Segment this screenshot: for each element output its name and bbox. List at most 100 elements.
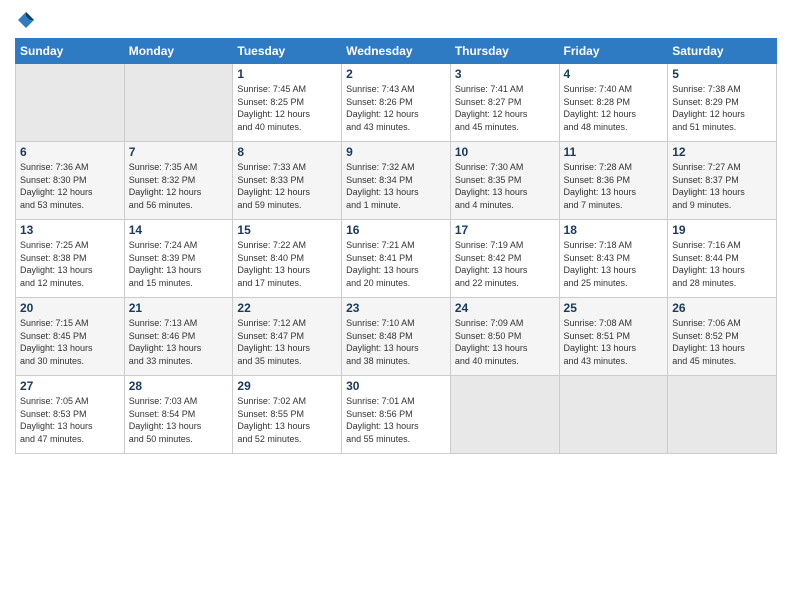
cell-content: Sunrise: 7:16 AM Sunset: 8:44 PM Dayligh… [672, 239, 772, 289]
week-row-4: 27 Sunrise: 7:05 AM Sunset: 8:53 PM Dayli… [16, 376, 777, 454]
cell-content: Sunrise: 7:18 AM Sunset: 8:43 PM Dayligh… [564, 239, 664, 289]
cell-content: Sunrise: 7:19 AM Sunset: 8:42 PM Dayligh… [455, 239, 555, 289]
cell-content: Sunrise: 7:24 AM Sunset: 8:39 PM Dayligh… [129, 239, 229, 289]
calendar-cell: 22 Sunrise: 7:12 AM Sunset: 8:47 PM Dayli… [233, 298, 342, 376]
calendar-cell [668, 376, 777, 454]
day-number: 18 [564, 223, 664, 237]
calendar-cell: 25 Sunrise: 7:08 AM Sunset: 8:51 PM Dayli… [559, 298, 668, 376]
cell-content: Sunrise: 7:28 AM Sunset: 8:36 PM Dayligh… [564, 161, 664, 211]
calendar-cell: 20 Sunrise: 7:15 AM Sunset: 8:45 PM Dayli… [16, 298, 125, 376]
calendar-cell: 16Sunrise: 7:21 AM Sunset: 8:41 PM Dayli… [342, 220, 451, 298]
logo-text [15, 10, 37, 30]
calendar-table: SundayMondayTuesdayWednesdayThursdayFrid… [15, 38, 777, 454]
week-row-2: 13 Sunrise: 7:25 AM Sunset: 8:38 PM Dayli… [16, 220, 777, 298]
day-number: 17 [455, 223, 555, 237]
calendar-cell: 1Sunrise: 7:45 AM Sunset: 8:25 PM Daylig… [233, 64, 342, 142]
col-header-wednesday: Wednesday [342, 39, 451, 64]
cell-content: Sunrise: 7:06 AM Sunset: 8:52 PM Dayligh… [672, 317, 772, 367]
day-number: 2 [346, 67, 446, 81]
cell-content: Sunrise: 7:40 AM Sunset: 8:28 PM Dayligh… [564, 83, 664, 133]
day-number: 12 [672, 145, 772, 159]
main-container: SundayMondayTuesdayWednesdayThursdayFrid… [0, 0, 792, 612]
day-number: 5 [672, 67, 772, 81]
col-header-thursday: Thursday [450, 39, 559, 64]
calendar-cell: 17 Sunrise: 7:19 AM Sunset: 8:42 PM Dayli… [450, 220, 559, 298]
col-header-friday: Friday [559, 39, 668, 64]
day-number: 25 [564, 301, 664, 315]
calendar-cell: 2 Sunrise: 7:43 AM Sunset: 8:26 PM Daylig… [342, 64, 451, 142]
calendar-cell: 8 Sunrise: 7:33 AM Sunset: 8:33 PM Daylig… [233, 142, 342, 220]
cell-content: Sunrise: 7:08 AM Sunset: 8:51 PM Dayligh… [564, 317, 664, 367]
week-row-3: 20 Sunrise: 7:15 AM Sunset: 8:45 PM Dayli… [16, 298, 777, 376]
day-number: 30 [346, 379, 446, 393]
cell-content: Sunrise: 7:32 AM Sunset: 8:34 PM Dayligh… [346, 161, 446, 211]
day-number: 7 [129, 145, 229, 159]
cell-content: Sunrise: 7:10 AM Sunset: 8:48 PM Dayligh… [346, 317, 446, 367]
day-number: 26 [672, 301, 772, 315]
day-number: 4 [564, 67, 664, 81]
day-number: 8 [237, 145, 337, 159]
day-number: 21 [129, 301, 229, 315]
calendar-cell: 9 Sunrise: 7:32 AM Sunset: 8:34 PM Daylig… [342, 142, 451, 220]
cell-content: Sunrise: 7:41 AM Sunset: 8:27 PM Dayligh… [455, 83, 555, 133]
calendar-cell: 26 Sunrise: 7:06 AM Sunset: 8:52 PM Dayli… [668, 298, 777, 376]
logo [15, 10, 37, 30]
day-number: 3 [455, 67, 555, 81]
calendar-cell: 13 Sunrise: 7:25 AM Sunset: 8:38 PM Dayli… [16, 220, 125, 298]
col-header-tuesday: Tuesday [233, 39, 342, 64]
calendar-cell: 5 Sunrise: 7:38 AM Sunset: 8:29 PM Daylig… [668, 64, 777, 142]
cell-content: Sunrise: 7:45 AM Sunset: 8:25 PM Dayligh… [237, 83, 337, 133]
calendar-cell: 11 Sunrise: 7:28 AM Sunset: 8:36 PM Dayli… [559, 142, 668, 220]
calendar-cell: 10 Sunrise: 7:30 AM Sunset: 8:35 PM Dayli… [450, 142, 559, 220]
calendar-cell: 3 Sunrise: 7:41 AM Sunset: 8:27 PM Daylig… [450, 64, 559, 142]
day-number: 22 [237, 301, 337, 315]
cell-content: Sunrise: 7:27 AM Sunset: 8:37 PM Dayligh… [672, 161, 772, 211]
day-number: 10 [455, 145, 555, 159]
calendar-cell: 29Sunrise: 7:02 AM Sunset: 8:55 PM Dayli… [233, 376, 342, 454]
cell-content: Sunrise: 7:22 AM Sunset: 8:40 PM Dayligh… [237, 239, 337, 289]
calendar-cell: 30 Sunrise: 7:01 AM Sunset: 8:56 PM Dayli… [342, 376, 451, 454]
calendar-cell: 21 Sunrise: 7:13 AM Sunset: 8:46 PM Dayli… [124, 298, 233, 376]
calendar-cell: 28Sunrise: 7:03 AM Sunset: 8:54 PM Dayli… [124, 376, 233, 454]
cell-content: Sunrise: 7:12 AM Sunset: 8:47 PM Dayligh… [237, 317, 337, 367]
calendar-cell: 14 Sunrise: 7:24 AM Sunset: 8:39 PM Dayli… [124, 220, 233, 298]
day-number: 24 [455, 301, 555, 315]
day-number: 15 [237, 223, 337, 237]
header-row: SundayMondayTuesdayWednesdayThursdayFrid… [16, 39, 777, 64]
cell-content: Sunrise: 7:30 AM Sunset: 8:35 PM Dayligh… [455, 161, 555, 211]
day-number: 6 [20, 145, 120, 159]
calendar-cell: 6 Sunrise: 7:36 AM Sunset: 8:30 PM Daylig… [16, 142, 125, 220]
cell-content: Sunrise: 7:01 AM Sunset: 8:56 PM Dayligh… [346, 395, 446, 445]
calendar-cell: 19Sunrise: 7:16 AM Sunset: 8:44 PM Dayli… [668, 220, 777, 298]
logo-icon [16, 10, 36, 30]
cell-content: Sunrise: 7:13 AM Sunset: 8:46 PM Dayligh… [129, 317, 229, 367]
cell-content: Sunrise: 7:09 AM Sunset: 8:50 PM Dayligh… [455, 317, 555, 367]
calendar-cell: 18 Sunrise: 7:18 AM Sunset: 8:43 PM Dayli… [559, 220, 668, 298]
calendar-cell: 7Sunrise: 7:35 AM Sunset: 8:32 PM Daylig… [124, 142, 233, 220]
day-number: 11 [564, 145, 664, 159]
calendar-cell: 15 Sunrise: 7:22 AM Sunset: 8:40 PM Dayli… [233, 220, 342, 298]
day-number: 23 [346, 301, 446, 315]
day-number: 20 [20, 301, 120, 315]
cell-content: Sunrise: 7:15 AM Sunset: 8:45 PM Dayligh… [20, 317, 120, 367]
calendar-cell [124, 64, 233, 142]
cell-content: Sunrise: 7:38 AM Sunset: 8:29 PM Dayligh… [672, 83, 772, 133]
col-header-monday: Monday [124, 39, 233, 64]
day-number: 13 [20, 223, 120, 237]
calendar-cell: 27 Sunrise: 7:05 AM Sunset: 8:53 PM Dayli… [16, 376, 125, 454]
day-number: 16 [346, 223, 446, 237]
day-number: 14 [129, 223, 229, 237]
cell-content: Sunrise: 7:03 AM Sunset: 8:54 PM Dayligh… [129, 395, 229, 445]
calendar-cell: 4 Sunrise: 7:40 AM Sunset: 8:28 PM Daylig… [559, 64, 668, 142]
cell-content: Sunrise: 7:36 AM Sunset: 8:30 PM Dayligh… [20, 161, 120, 211]
day-number: 9 [346, 145, 446, 159]
calendar-cell [16, 64, 125, 142]
cell-content: Sunrise: 7:33 AM Sunset: 8:33 PM Dayligh… [237, 161, 337, 211]
week-row-0: 1Sunrise: 7:45 AM Sunset: 8:25 PM Daylig… [16, 64, 777, 142]
cell-content: Sunrise: 7:25 AM Sunset: 8:38 PM Dayligh… [20, 239, 120, 289]
calendar-cell: 24 Sunrise: 7:09 AM Sunset: 8:50 PM Dayli… [450, 298, 559, 376]
cell-content: Sunrise: 7:05 AM Sunset: 8:53 PM Dayligh… [20, 395, 120, 445]
col-header-sunday: Sunday [16, 39, 125, 64]
cell-content: Sunrise: 7:43 AM Sunset: 8:26 PM Dayligh… [346, 83, 446, 133]
day-number: 27 [20, 379, 120, 393]
